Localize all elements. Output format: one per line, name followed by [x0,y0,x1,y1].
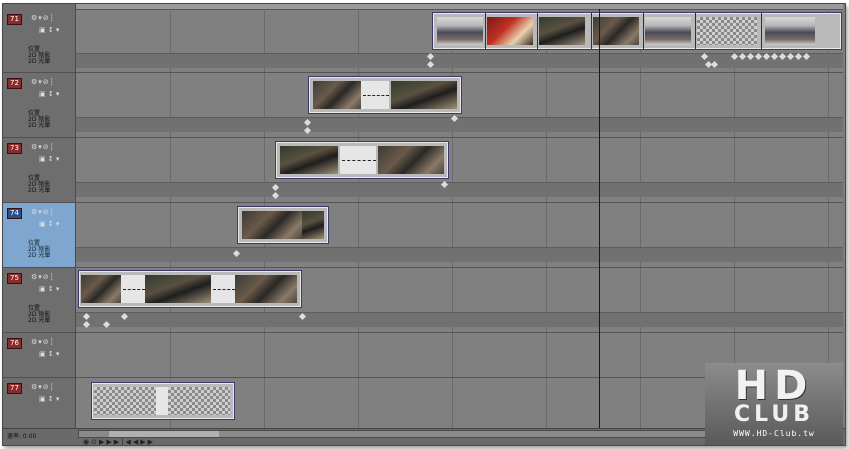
clip-thumbnail [145,275,211,303]
track-header-panel: − 71 ⚙▾⊘┆ ▣ ↕ ▾ 位置 2D 陰影 2D 光暈 − 72 ⚙▾⊘┆… [3,4,76,429]
track-mode-icons[interactable]: ▣ ↕ ▾ [39,350,59,359]
logo-hd-text: HD [734,363,814,409]
transition-marker [695,13,696,49]
track-header-77[interactable]: − 77 ⚙▾⊘┆ ▣ ↕ ▾ [3,378,75,429]
transition-marker [485,13,486,49]
logo-url-text: WWW.HD-Club.tw [733,429,815,438]
track-fx-icons[interactable]: ⚙▾⊘┆ [31,338,55,347]
envelope-lane[interactable] [76,117,843,132]
transition-marker [591,13,592,49]
track-number: 73 [7,143,22,154]
envelope-label-glow: 2D 光暈 [28,252,51,259]
envelope-lane[interactable] [76,53,843,68]
track-header-75[interactable]: − 75 ⚙▾⊘┆ ▣ ↕ ▾ 位置 2D 陰影 2D 光暈 [3,268,75,333]
clip-thumbnail [313,81,361,109]
clip-thumbnail [94,387,156,415]
transition-marker [761,13,762,49]
rate-label: 速率: 0.00 [7,433,37,440]
clip-thumbnail [391,81,457,109]
track-separator [76,202,843,203]
track-mode-icons[interactable]: ▣ ↕ ▾ [39,90,59,99]
track-header-71[interactable]: − 71 ⚙▾⊘┆ ▣ ↕ ▾ 位置 2D 陰影 2D 光暈 [3,9,75,73]
clip-thumbnail [645,17,691,45]
track-mode-icons[interactable]: ▣ ↕ ▾ [39,395,59,404]
track-fx-icons[interactable]: ⚙▾⊘┆ [31,273,55,282]
track-mode-icons[interactable]: ▣ ↕ ▾ [39,155,59,164]
clip-thumbnail [168,387,230,415]
timeline-ruler[interactable] [76,4,843,10]
zigzag-marker [123,289,145,292]
transition-marker [643,13,644,49]
track-mode-icons[interactable]: ▣ ↕ ▾ [39,220,59,229]
clip-thumbnail [302,211,324,239]
track-fx-icons[interactable]: ⚙▾⊘┆ [31,383,55,392]
track-separator [76,137,843,138]
video-clip[interactable] [237,206,329,244]
transition-marker [537,13,538,49]
envelope-lane[interactable] [76,247,843,262]
track-number: 74 [7,208,22,219]
zigzag-marker [342,160,376,163]
clip-thumbnail [539,17,585,45]
playhead-cursor[interactable] [599,9,600,428]
logo-club-text: CLUB [733,402,814,427]
track-number: 75 [7,273,22,284]
video-clip[interactable] [308,76,462,114]
track-number: 76 [7,338,22,349]
editor-window: − 71 ⚙▾⊘┆ ▣ ↕ ▾ 位置 2D 陰影 2D 光暈 − 72 ⚙▾⊘┆… [2,3,846,446]
track-fx-icons[interactable]: ⚙▾⊘┆ [31,208,55,217]
envelope-label-glow: 2D 光暈 [28,317,51,324]
track-number: 71 [7,14,22,25]
video-clip[interactable] [91,382,235,420]
clip-thumbnail [765,17,815,45]
track-header-76[interactable]: − 76 ⚙▾⊘┆ ▣ ↕ ▾ [3,333,75,378]
clip-thumbnail [487,17,533,45]
track-number: 72 [7,78,22,89]
track-fx-icons[interactable]: ⚙▾⊘┆ [31,143,55,152]
clip-thumbnail [697,17,757,45]
envelope-lane[interactable] [76,312,843,327]
video-clip[interactable] [275,141,449,179]
track-mode-icons[interactable]: ▣ ↕ ▾ [39,26,59,35]
hdclub-watermark-logo: HD CLUB WWW.HD-Club.tw [705,363,843,445]
clip-thumbnail [378,146,444,174]
clip-thumbnail [280,146,338,174]
scrollbar-thumb[interactable] [109,431,219,437]
clip-thumbnail [437,17,483,45]
clip-thumbnail [81,275,121,303]
zigzag-marker [363,95,389,98]
track-separator [76,332,843,333]
envelope-lane[interactable] [76,182,843,197]
transport-controls-icons[interactable]: ◉⊙▶▶▶|◀◀▶▶ [83,438,155,445]
track-separator [76,267,843,268]
track-header-73[interactable]: − 73 ⚙▾⊘┆ ▣ ↕ ▾ 位置 2D 陰影 2D 光暈 [3,138,75,203]
envelope-label-glow: 2D 光暈 [28,58,51,65]
envelope-label-glow: 2D 光暈 [28,187,51,194]
clip-gap [156,387,168,415]
envelope-label-glow: 2D 光暈 [28,122,51,129]
track-header-72[interactable]: − 72 ⚙▾⊘┆ ▣ ↕ ▾ 位置 2D 陰影 2D 光暈 [3,73,75,138]
video-clip[interactable] [432,12,842,50]
track-fx-icons[interactable]: ⚙▾⊘┆ [31,14,55,23]
track-separator [76,72,843,73]
track-number: 77 [7,383,22,394]
clip-thumbnail [235,275,297,303]
track-fx-icons[interactable]: ⚙▾⊘┆ [31,78,55,87]
zigzag-marker [213,289,235,292]
track-header-74[interactable]: − 74 ⚙▾⊘┆ ▣ ↕ ▾ 位置 2D 陰影 2D 光暈 [3,203,75,268]
video-clip[interactable] [78,270,302,308]
track-mode-icons[interactable]: ▣ ↕ ▾ [39,285,59,294]
clip-thumbnail [242,211,302,239]
